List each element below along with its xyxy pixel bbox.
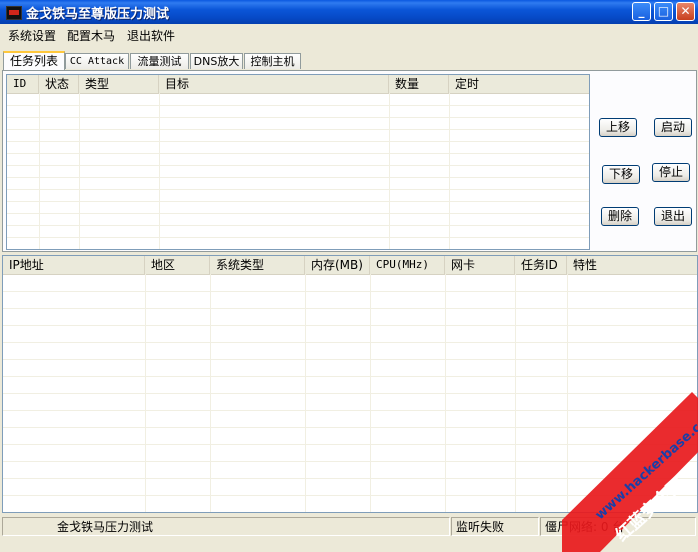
grid-row-line [7,249,589,250]
host-list-view[interactable]: IP地址 地区 系统类型 内存(MB) CPU(MHz) 网卡 任务ID 特性 [2,255,698,513]
menu-configure-trojan[interactable]: 配置木马 [67,27,115,44]
task-list-view[interactable]: ID 状态 类型 目标 数量 定时 [6,74,590,250]
grid-row-line [7,165,589,166]
delete-button[interactable]: 删除 [601,207,639,226]
grid-row-line [7,237,589,238]
grid-row-line [7,189,589,190]
column-nic[interactable]: 网卡 [445,256,515,274]
maximize-button[interactable]: □ [654,2,673,21]
tab-cc-attack[interactable]: CC Attack [65,53,129,69]
grid-row-line [3,376,697,377]
grid-row-line [3,291,697,292]
tab-control-host[interactable]: 控制主机 [244,53,301,69]
status-monitor: 监听失败 [451,517,539,536]
grid-row-line [3,495,697,496]
grid-column-line [305,274,306,512]
grid-row-line [3,427,697,428]
grid-row-line [3,342,697,343]
grid-row-line [7,129,589,130]
grid-column-line [145,274,146,512]
grid-column-line [370,274,371,512]
move-up-button[interactable]: 上移 [599,118,637,137]
column-task-id[interactable]: 任务ID [515,256,567,274]
grid-row-line [7,105,589,106]
grid-row-line [3,359,697,360]
grid-row-line [3,325,697,326]
menu-system-settings[interactable]: 系统设置 [8,27,56,44]
app-icon [6,6,22,20]
grid-row-line [7,213,589,214]
column-ip-address[interactable]: IP地址 [3,256,145,274]
tab-traffic-test[interactable]: 流量测试 [130,53,189,69]
grid-row-line [3,512,697,513]
menu-bar: 系统设置 配置木马 退出软件 [0,24,698,44]
grid-row-line [7,201,589,202]
status-app-name: 金戈铁马压力测试 [2,517,450,536]
grid-column-line [210,274,211,512]
grid-column-line [159,93,160,249]
task-list-header: ID 状态 类型 目标 数量 定时 [7,75,589,94]
status-bar: 金戈铁马压力测试 监听失败 僵尸网络: 0 台 [0,514,698,539]
column-os-type[interactable]: 系统类型 [210,256,305,274]
column-id[interactable]: ID [7,75,39,93]
column-timer[interactable]: 定时 [449,75,589,93]
column-status[interactable]: 状态 [39,75,79,93]
menu-exit-software[interactable]: 退出软件 [127,27,175,44]
grid-column-line [449,93,450,249]
column-count[interactable]: 数量 [389,75,449,93]
grid-row-line [3,478,697,479]
host-list-header: IP地址 地区 系统类型 内存(MB) CPU(MHz) 网卡 任务ID 特性 [3,256,697,275]
column-region[interactable]: 地区 [145,256,210,274]
grid-column-line [389,93,390,249]
grid-row-line [7,153,589,154]
grid-column-line [39,93,40,249]
column-feature[interactable]: 特性 [567,256,697,274]
grid-column-line [567,274,568,512]
tab-task-list[interactable]: 任务列表 [3,51,65,71]
move-down-button[interactable]: 下移 [602,165,640,184]
grid-row-line [3,308,697,309]
minimize-button[interactable]: _ [632,2,651,21]
task-panel: ID 状态 类型 目标 数量 定时 上移 启动 下移 停止 删除 退出 [2,70,697,252]
grid-column-line [445,274,446,512]
grid-row-line [3,444,697,445]
grid-row-line [3,461,697,462]
grid-row-line [7,177,589,178]
grid-column-line [515,274,516,512]
exit-button[interactable]: 退出 [654,207,692,226]
status-bot-count: 僵尸网络: 0 台 [540,517,696,536]
grid-row-line [3,393,697,394]
column-type[interactable]: 类型 [79,75,159,93]
grid-row-line [3,410,697,411]
grid-row-line [7,225,589,226]
grid-row-line [7,117,589,118]
column-cpu[interactable]: CPU(MHz) [370,256,445,274]
title-bar[interactable]: 金戈铁马至尊版压力测试 _ □ ✕ [0,0,698,24]
column-target[interactable]: 目标 [159,75,389,93]
close-button[interactable]: ✕ [676,2,695,21]
window-title: 金戈铁马至尊版压力测试 [26,7,170,22]
tab-dns-amplify[interactable]: DNS放大 [190,53,243,69]
stop-button[interactable]: 停止 [652,163,690,182]
start-button[interactable]: 启动 [654,118,692,137]
column-memory[interactable]: 内存(MB) [305,256,370,274]
grid-row-line [7,141,589,142]
grid-column-line [79,93,80,249]
